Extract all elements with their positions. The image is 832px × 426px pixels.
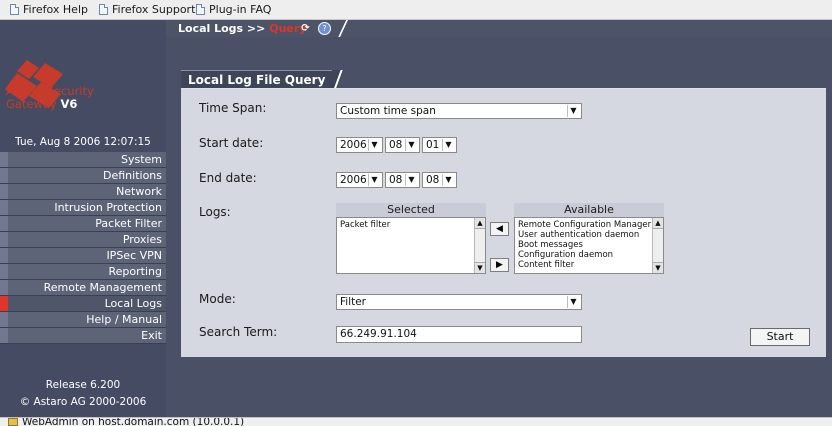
main-menu: System Definitions Network Intrusion Pro… <box>0 152 166 344</box>
bookmark-plugin-faq[interactable]: Plug-in FAQ <box>196 3 271 16</box>
end-month-value: 08 <box>389 174 403 186</box>
dropdown-arrow-icon: ▼ <box>567 105 579 117</box>
bookmark-firefox-support[interactable]: Firefox Support <box>99 3 195 16</box>
end-date-label: End date: <box>199 171 257 185</box>
scroll-down-icon[interactable]: ▼ <box>653 262 663 273</box>
dropdown-arrow-icon: ▼ <box>368 139 380 151</box>
brand-name: Astaro Security Gateway V6 <box>6 85 94 111</box>
scrollbar[interactable]: ▲ ▼ <box>474 218 485 273</box>
end-year-select[interactable]: 2006 ▼ <box>336 172 383 188</box>
selected-logs-list[interactable]: Packet filter ▲ ▼ <box>336 217 486 274</box>
list-item[interactable]: Configuration daemon <box>518 250 660 260</box>
brand-gateway: Gateway <box>6 97 57 111</box>
search-term-label: Search Term: <box>199 325 278 339</box>
start-date-label: Start date: <box>199 136 264 150</box>
logs-label: Logs: <box>199 205 231 219</box>
mode-value: Filter <box>340 296 367 308</box>
menu-item-proxies[interactable]: Proxies <box>0 232 166 248</box>
menu-item-system[interactable]: System <box>0 152 166 168</box>
toolbar-divider <box>338 20 348 37</box>
start-month-select[interactable]: 08 ▼ <box>385 137 420 153</box>
panel-tab-edge <box>332 70 344 89</box>
scroll-down-icon[interactable]: ▼ <box>475 262 485 273</box>
selected-header: Selected <box>336 203 486 217</box>
bookmark-label: Plug-in FAQ <box>209 3 272 16</box>
copyright: © Astaro AG 2000-2006 <box>19 396 147 408</box>
bookmark-page-icon <box>10 4 19 15</box>
brand-line2: Gateway V6 <box>6 98 94 111</box>
bookmark-label: Firefox Help <box>23 3 88 16</box>
panel-title: Local Log File Query <box>181 70 336 89</box>
end-day-value: 08 <box>426 174 440 186</box>
mode-select[interactable]: Filter ▼ <box>336 294 582 310</box>
start-button[interactable]: Start <box>750 328 810 346</box>
bookmark-label: Firefox Support <box>112 3 196 16</box>
move-left-button[interactable]: ◀ <box>490 222 509 236</box>
available-logs-list[interactable]: Remote Configuration Manager User authen… <box>514 217 664 274</box>
scrollbar[interactable]: ▲ ▼ <box>652 218 663 273</box>
dropdown-arrow-icon: ▼ <box>405 139 417 151</box>
current-datetime: Tue, Aug 8 2006 12:07:15 <box>15 136 151 148</box>
bookmarks-toolbar: Firefox Help Firefox Support Plug-in FAQ <box>0 0 832 20</box>
start-year-value: 2006 <box>340 139 367 151</box>
mode-label: Mode: <box>199 292 236 306</box>
dropdown-arrow-icon: ▼ <box>442 139 454 151</box>
release-version: Release 6.200 <box>45 379 121 391</box>
release-info: Release 6.200 © Astaro AG 2000-2006 <box>0 377 166 411</box>
end-year-value: 2006 <box>340 174 367 186</box>
menu-item-network[interactable]: Network <box>0 184 166 200</box>
refresh-icon[interactable]: ⟳ <box>299 22 312 35</box>
menu-item-remote-management[interactable]: Remote Management <box>0 280 166 296</box>
menu-item-help-manual[interactable]: Help / Manual <box>0 312 166 328</box>
bookmark-page-icon <box>196 4 205 15</box>
list-item[interactable]: Packet filter <box>340 220 482 230</box>
list-item[interactable]: User authentication daemon <box>518 230 660 240</box>
time-span-label: Time Span: <box>199 101 267 115</box>
scroll-up-icon[interactable]: ▲ <box>475 218 485 229</box>
log-query-form: Time Span: Custom time span ▼ Start date… <box>181 89 826 357</box>
start-month-value: 08 <box>389 139 403 151</box>
start-day-select[interactable]: 01 ▼ <box>422 137 457 153</box>
menu-item-exit[interactable]: Exit <box>0 328 166 344</box>
time-span-select[interactable]: Custom time span ▼ <box>336 103 582 119</box>
menu-item-reporting[interactable]: Reporting <box>0 264 166 280</box>
breadcrumb-parent[interactable]: Local Logs >> <box>178 22 265 35</box>
help-icon[interactable]: ? <box>318 22 331 35</box>
dropdown-arrow-icon: ▼ <box>567 296 579 308</box>
time-span-value: Custom time span <box>340 105 436 117</box>
bookmark-page-icon <box>99 4 108 15</box>
menu-item-packet-filter[interactable]: Packet Filter <box>0 216 166 232</box>
brand-version: V6 <box>60 97 78 111</box>
breadcrumb: Local Logs >> Query <box>178 22 306 35</box>
menu-item-ipsec-vpn[interactable]: IPSec VPN <box>0 248 166 264</box>
list-item[interactable]: Boot messages <box>518 240 660 250</box>
dropdown-arrow-icon: ▼ <box>405 174 417 186</box>
list-item[interactable]: Content filter <box>518 260 660 270</box>
list-item[interactable]: Remote Configuration Manager <box>518 220 660 230</box>
bookmark-firefox-help[interactable]: Firefox Help <box>10 3 88 16</box>
scroll-up-icon[interactable]: ▲ <box>653 218 663 229</box>
sidebar: Astaro Security Gateway V6 Tue, Aug 8 20… <box>0 20 166 417</box>
end-day-select[interactable]: 08 ▼ <box>422 172 457 188</box>
menu-item-intrusion-protection[interactable]: Intrusion Protection <box>0 200 166 216</box>
menu-item-definitions[interactable]: Definitions <box>0 168 166 184</box>
menu-item-local-logs[interactable]: Local Logs <box>0 296 166 312</box>
end-month-select[interactable]: 08 ▼ <box>385 172 420 188</box>
search-term-input[interactable]: 66.249.91.104 <box>336 326 582 343</box>
dropdown-arrow-icon: ▼ <box>368 174 380 186</box>
available-header: Available <box>514 203 664 217</box>
start-year-select[interactable]: 2006 ▼ <box>336 137 383 153</box>
move-right-button[interactable]: ▶ <box>490 258 509 272</box>
breadcrumb-bar: Local Logs >> Query ⟳ ? <box>166 20 832 37</box>
start-day-value: 01 <box>426 139 440 151</box>
dropdown-arrow-icon: ▼ <box>442 174 454 186</box>
